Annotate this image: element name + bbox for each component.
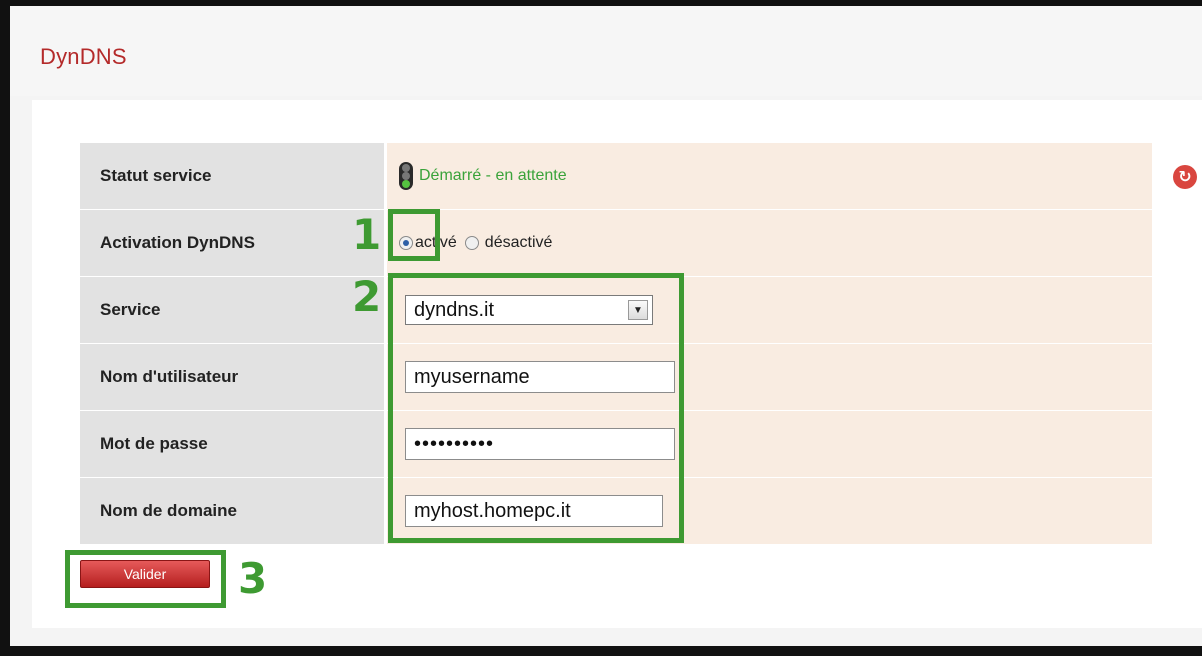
traffic-light-icon [399, 162, 413, 190]
activation-option-off[interactable]: désactivé [464, 234, 553, 252]
status-text: Démarré - en attente [419, 167, 567, 184]
username-label: Nom d'utilisateur [80, 344, 384, 410]
domain-label: Nom de domaine [80, 478, 384, 544]
page-header: DynDNS [10, 6, 1202, 96]
password-label: Mot de passe [80, 411, 384, 477]
page-title: DynDNS [40, 44, 127, 69]
app-window: DynDNS Statut service Démarré - en atten… [10, 6, 1202, 646]
activation-label: Activation DynDNS [80, 210, 384, 276]
annotation-number-3: 3 [238, 554, 268, 603]
service-label: Service [80, 277, 384, 343]
activation-value-cell: activé désactivé [387, 210, 1152, 276]
annotation-box-3 [65, 550, 226, 608]
radio-deactivated[interactable] [464, 236, 479, 250]
radio-deactivated-label: désactivé [484, 234, 553, 251]
refresh-icon[interactable]: ↻ [1173, 165, 1197, 189]
status-label: Statut service [80, 143, 384, 209]
status-value-cell: Démarré - en attente [387, 143, 1152, 209]
annotation-box-1 [388, 209, 440, 261]
annotation-box-2 [388, 273, 684, 543]
settings-panel: Statut service Démarré - en attente Acti… [32, 100, 1202, 628]
bottom-strip [10, 628, 1202, 646]
annotation-number-1: 1 [352, 210, 382, 259]
annotation-number-2: 2 [352, 272, 382, 321]
